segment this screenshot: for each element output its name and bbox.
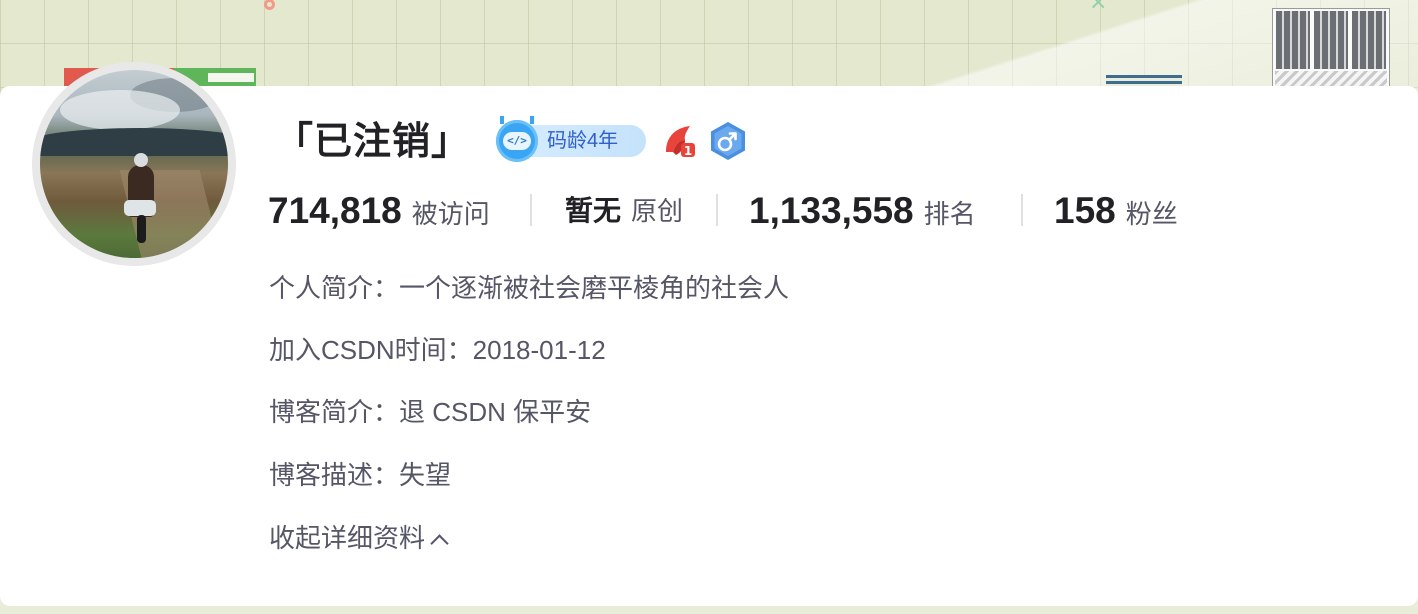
male-icon (708, 121, 748, 161)
stat-visits[interactable]: 714,818 被访问 (268, 186, 490, 236)
stat-fans[interactable]: 158 粉丝 (1054, 186, 1178, 236)
collapse-details-label: 收起详细资料 (269, 523, 426, 553)
stat-divider (530, 194, 532, 226)
stat-divider (1021, 194, 1023, 226)
stat-value: 暂无 (565, 195, 622, 226)
banner-decoration: × (1089, 0, 1108, 15)
profile-name: 「已注销」 (275, 121, 471, 163)
banner-decoration (264, 0, 275, 10)
stat-label: 粉丝 (1125, 199, 1178, 229)
stat-value: 714,818 (268, 190, 402, 231)
stat-value: 158 (1054, 190, 1116, 231)
coding-age-badge[interactable]: 码龄4年 (496, 116, 646, 162)
svg-text:1: 1 (684, 144, 692, 158)
stat-rank[interactable]: 1,133,558 排名 (749, 186, 976, 236)
banner-server-illustration (1272, 8, 1390, 90)
stat-label: 排名 (923, 199, 976, 229)
stat-label: 被访问 (411, 199, 490, 229)
join-date: 加入CSDN时间：2018-01-12 (269, 335, 606, 365)
stat-value: 1,133,558 (749, 190, 914, 231)
collapse-details-link[interactable]: 收起详细资料 (269, 518, 449, 558)
stat-divider (716, 194, 718, 226)
personal-intro: 个人简介：一个逐渐被社会磨平棱角的社会人 (269, 273, 790, 303)
coding-age-label: 码龄4年 (547, 130, 619, 152)
blog-intro: 博客简介：退 CSDN 保平安 (269, 397, 592, 427)
blog-description: 博客描述：失望 (269, 460, 452, 490)
chevron-up-icon (430, 534, 449, 553)
coding-age-icon (496, 116, 538, 162)
stat-label: 原创 (631, 196, 684, 226)
stat-original[interactable]: 暂无 原创 (565, 186, 683, 236)
blogger-level-1-icon[interactable]: 1 (660, 122, 698, 160)
avatar[interactable] (40, 70, 228, 258)
